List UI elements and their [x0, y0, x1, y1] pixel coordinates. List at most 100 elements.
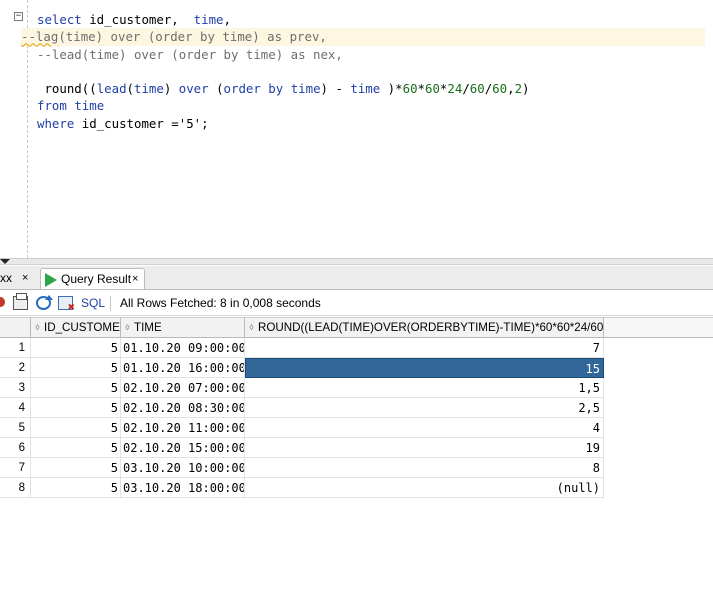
code-token: (time) over (order by time) as prev,	[58, 29, 327, 45]
refresh-icon[interactable]	[36, 295, 53, 310]
sort-icon[interactable]: ◊	[247, 318, 256, 337]
column-header-round[interactable]: ◊ ROUND((LEAD(TIME)OVER(ORDERBYTIME)-TIME…	[245, 317, 604, 338]
pin-icon[interactable]	[0, 297, 5, 307]
code-token: time	[290, 81, 321, 97]
table-row[interactable]: 6 5 02.10.20 15:00:00 19	[0, 438, 604, 458]
cell-round[interactable]: (null)	[245, 478, 604, 498]
code-token: lead	[96, 81, 127, 97]
column-header-time[interactable]: ◊ TIME	[121, 317, 245, 338]
code-token: --lag	[21, 29, 59, 45]
code-token: id_customer,	[81, 12, 194, 27]
code-line[interactable]: from time	[29, 97, 705, 114]
cell-time[interactable]: 03.10.20 10:00:00	[121, 458, 245, 478]
cell-id-customer[interactable]: 5	[31, 358, 121, 378]
code-token: 60	[469, 81, 485, 97]
cell-time[interactable]: 02.10.20 15:00:00	[121, 438, 245, 458]
code-token: ;	[201, 115, 209, 131]
tab-query-result[interactable]: Query Result ×	[40, 268, 145, 289]
code-token: ) -	[320, 81, 351, 97]
sql-button[interactable]: SQL	[81, 291, 105, 316]
row-number-header	[0, 317, 31, 338]
cell-time[interactable]: 02.10.20 07:00:00	[121, 378, 245, 398]
code-token: from	[37, 98, 67, 114]
table-row[interactable]: 1 5 01.10.20 09:00:00 7	[0, 338, 604, 358]
table-row[interactable]: 8 5 03.10.20 18:00:00 (null)	[0, 478, 604, 498]
header-filler	[604, 317, 713, 338]
editor-result-splitter[interactable]	[0, 258, 713, 265]
fold-toggle-icon[interactable]: −	[14, 12, 23, 21]
code-token: )	[522, 81, 530, 97]
cell-time[interactable]: 01.10.20 16:00:00	[121, 358, 245, 378]
cell-time[interactable]: 02.10.20 11:00:00	[121, 418, 245, 438]
sort-icon[interactable]: ◊	[123, 318, 132, 337]
row-number[interactable]: 6	[0, 438, 31, 458]
cell-round[interactable]: 2,5	[245, 398, 604, 418]
sql-editor[interactable]: − select id_customer, time, --lag(time) o…	[0, 0, 713, 258]
code-token: *	[417, 81, 425, 97]
code-token: --lead(time) over (order by time) as nex…	[37, 46, 343, 62]
cell-id-customer[interactable]: 5	[31, 458, 121, 478]
code-token: /	[462, 81, 470, 97]
cancel-query-icon[interactable]	[58, 296, 75, 313]
row-number[interactable]: 1	[0, 338, 31, 358]
code-line[interactable]	[29, 63, 705, 80]
row-number[interactable]: 2	[0, 358, 31, 378]
table-row[interactable]: 7 5 03.10.20 10:00:00 8	[0, 458, 604, 478]
row-number[interactable]: 8	[0, 478, 31, 498]
code-line[interactable]: select id_customer, time,	[29, 11, 705, 28]
row-number[interactable]: 3	[0, 378, 31, 398]
code-token: 60	[425, 81, 440, 97]
cell-id-customer[interactable]: 5	[31, 378, 121, 398]
code-token: 2	[514, 81, 523, 97]
print-icon[interactable]	[13, 293, 28, 310]
run-statement-icon	[45, 273, 57, 287]
cell-time[interactable]: 03.10.20 18:00:00	[121, 478, 245, 498]
cell-time[interactable]: 02.10.20 08:30:00	[121, 398, 245, 418]
tab-label: xx	[0, 271, 12, 285]
tab-label: Query Result	[61, 272, 132, 286]
code-line[interactable]: --lag(time) over (order by time) as prev…	[21, 28, 705, 46]
cell-id-customer[interactable]: 5	[31, 418, 121, 438]
tab-close-icon[interactable]: ×	[22, 268, 28, 289]
code-line[interactable]: round((lead(time) over (order by time) -…	[29, 80, 705, 97]
table-row[interactable]: 4 5 02.10.20 08:30:00 2,5	[0, 398, 604, 418]
code-token: ,	[507, 81, 515, 97]
toolbar-separator	[110, 296, 111, 311]
tab-close-icon[interactable]: ×	[132, 269, 138, 290]
cell-time[interactable]: 01.10.20 09:00:00	[121, 338, 245, 358]
fetch-status: All Rows Fetched: 8 in 0,008 seconds	[120, 296, 321, 310]
code-area[interactable]: select id_customer, time, --lag(time) ove…	[21, 11, 705, 132]
column-header-id-customer[interactable]: ◊ ID_CUSTOMER	[31, 317, 121, 338]
code-token: time	[134, 81, 164, 97]
code-token: select	[37, 12, 82, 27]
cell-id-customer[interactable]: 5	[31, 478, 121, 498]
tab-xx[interactable]: xx ×	[0, 268, 37, 289]
code-token: time	[350, 81, 381, 97]
table-row[interactable]: 3 5 02.10.20 07:00:00 1,5	[0, 378, 604, 398]
table-row[interactable]: 2 5 01.10.20 16:00:00 15	[0, 358, 604, 378]
sort-icon[interactable]: ◊	[33, 318, 42, 337]
row-number[interactable]: 7	[0, 458, 31, 478]
cell-round[interactable]: 19	[245, 438, 604, 458]
column-header-label: ID_CUSTOMER	[44, 321, 121, 334]
collapse-arrow-icon[interactable]	[0, 259, 10, 264]
code-token: 60	[402, 81, 418, 97]
cell-id-customer[interactable]: 5	[31, 438, 121, 458]
code-line[interactable]: --lead(time) over (order by time) as nex…	[29, 46, 705, 63]
cell-round[interactable]: 8	[245, 458, 604, 478]
row-number[interactable]: 4	[0, 398, 31, 418]
table-row[interactable]: 5 5 02.10.20 11:00:00 4	[0, 418, 604, 438]
cell-round[interactable]: 4	[245, 418, 604, 438]
result-toolbar: SQL All Rows Fetched: 8 in 0,008 seconds	[0, 291, 713, 316]
editor-gutter	[0, 0, 12, 258]
cell-id-customer[interactable]: 5	[31, 338, 121, 358]
cell-round[interactable]: 1,5	[245, 378, 604, 398]
code-token: 60	[492, 81, 508, 97]
cell-id-customer[interactable]: 5	[31, 398, 121, 418]
cell-round[interactable]: 7	[245, 338, 604, 358]
code-line[interactable]: where id_customer ='5';	[29, 115, 705, 132]
row-number[interactable]: 5	[0, 418, 31, 438]
cell-round[interactable]: 15	[245, 358, 604, 378]
code-token: round((	[37, 81, 97, 97]
